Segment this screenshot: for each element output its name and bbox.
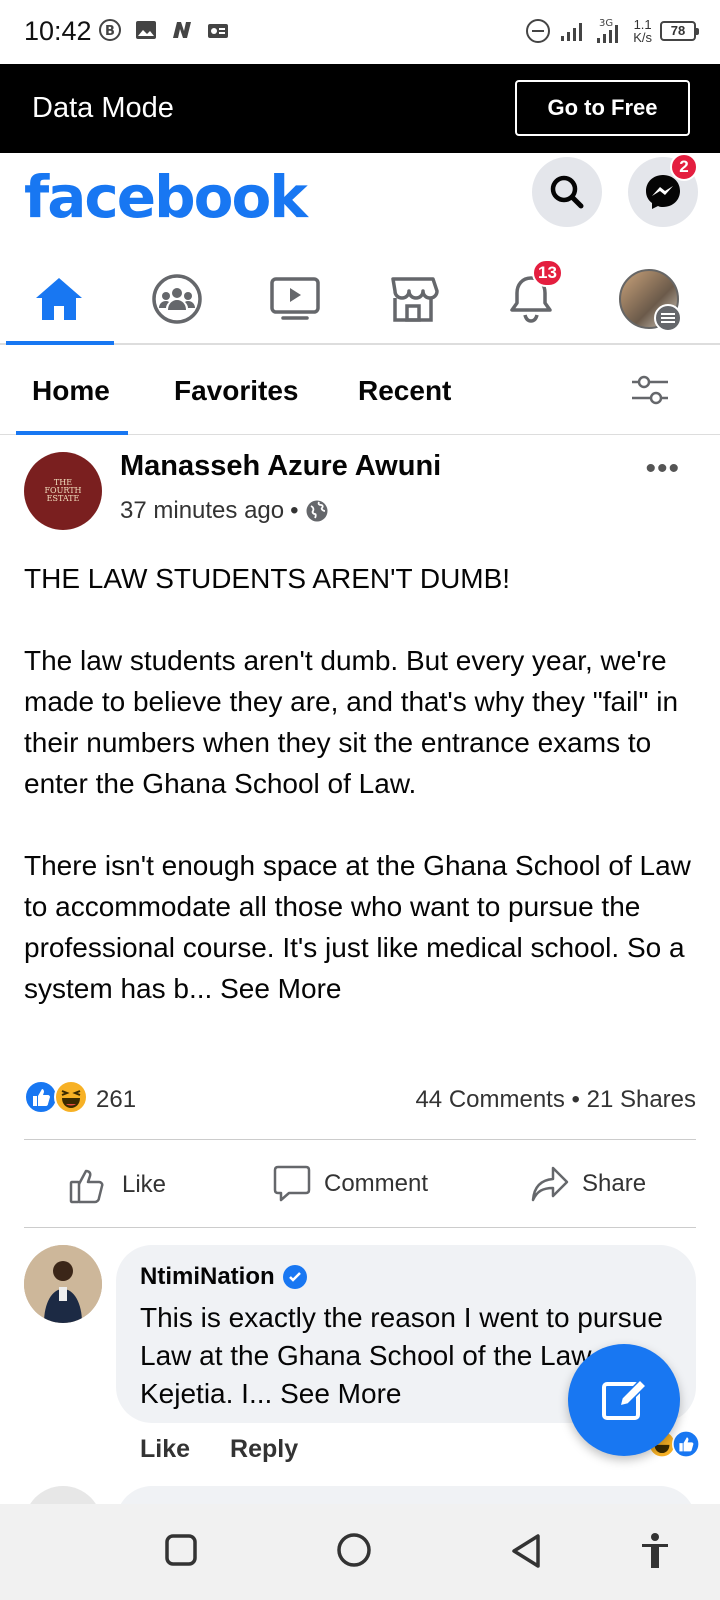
main-nav: 13 — [0, 255, 720, 345]
globe-icon — [306, 500, 328, 522]
verified-badge-icon — [282, 1265, 307, 1289]
checkmark-icon — [288, 1272, 301, 1282]
like-reaction-icon — [672, 1430, 700, 1458]
share-label: Share — [582, 1170, 647, 1197]
signal-icon — [561, 23, 583, 41]
commenter-avatar[interactable] — [24, 1245, 102, 1323]
edit-icon — [602, 1378, 648, 1420]
radio-icon — [208, 24, 228, 38]
tab-menu[interactable] — [594, 255, 704, 343]
marketplace-icon — [391, 277, 439, 322]
status-time: 10:42 — [24, 16, 92, 46]
dnd-icon — [526, 19, 551, 43]
post-paragraph: THE LAW STUDENTS AREN'T DUMB! — [24, 563, 511, 594]
filter-settings-icon[interactable] — [630, 373, 670, 407]
b-circle-icon: B — [99, 19, 121, 41]
comment-actions: Like Reply — [140, 1435, 298, 1464]
dot-separator: • — [290, 497, 299, 524]
messenger-button[interactable]: 2 — [628, 153, 698, 227]
feed-tabs: Home Favorites Recent — [0, 345, 720, 435]
haha-reaction-icon — [54, 1080, 88, 1114]
commenter-photo — [24, 1245, 102, 1323]
commenter-name-row: NtimiNation — [140, 1263, 307, 1291]
like-reaction-icon — [24, 1080, 58, 1114]
compose-post-button[interactable] — [568, 1344, 680, 1456]
tab-home[interactable] — [4, 255, 114, 343]
post-actions: Like Comment Share — [0, 1140, 720, 1230]
svg-text:B: B — [105, 24, 115, 39]
like-label: Like — [122, 1171, 167, 1198]
network-speed: 1.1 K/s — [633, 18, 652, 44]
feed-tab-recent[interactable]: Recent — [358, 375, 451, 407]
reaction-icons — [24, 1080, 88, 1114]
profile-menu-icon — [654, 304, 682, 332]
tab-groups[interactable] — [122, 255, 232, 343]
system-nav-bar — [0, 1504, 720, 1600]
feed-tab-indicator — [16, 431, 128, 435]
tab-marketplace[interactable] — [358, 255, 468, 343]
accessibility-icon[interactable] — [640, 1532, 670, 1570]
recents-icon[interactable] — [163, 1532, 199, 1568]
post-author-avatar[interactable]: THE FOURTH ESTATE — [24, 452, 102, 530]
divider — [24, 1227, 696, 1228]
comment-reply-button[interactable]: Reply — [230, 1435, 298, 1464]
feed-tab-favorites[interactable]: Favorites — [174, 375, 299, 407]
notification-icons: B — [98, 18, 230, 42]
reaction-count: 261 — [96, 1086, 137, 1113]
post-paragraph: The law students aren't dumb. But every … — [24, 645, 679, 799]
comment-see-more-link[interactable]: See More — [280, 1378, 401, 1409]
tab-watch[interactable] — [240, 255, 350, 343]
comment-button[interactable]: Comment — [272, 1164, 428, 1204]
notifications-badge: 13 — [532, 259, 563, 287]
image-icon — [136, 21, 156, 39]
home-nav-icon[interactable] — [334, 1532, 374, 1572]
shares-count[interactable]: 21 Shares — [587, 1086, 696, 1113]
search-icon — [550, 175, 584, 209]
avatar-logo-text: THE FOURTH ESTATE — [44, 478, 82, 503]
battery-indicator: 78 — [660, 21, 699, 41]
n-app-icon — [173, 22, 191, 38]
post-paragraph-text: There isn't enough space at the Ghana Sc… — [24, 850, 691, 1004]
data-mode-bar: Data Mode Go to Free — [0, 64, 720, 153]
post-author-name[interactable]: Manasseh Azure Awuni — [120, 450, 441, 483]
system-status-icons: 3G 1.1 K/s 78 — [525, 16, 699, 46]
tab-notifications[interactable]: 13 — [476, 255, 586, 343]
post-more-options[interactable]: ••• — [645, 452, 680, 486]
video-icon — [270, 277, 320, 320]
app-header: facebook 2 — [0, 153, 720, 243]
signal-3g-icon: 3G — [597, 18, 619, 43]
speed-unit: K/s — [633, 30, 652, 45]
messenger-badge: 2 — [670, 153, 698, 181]
feed-tab-home[interactable]: Home — [32, 375, 110, 407]
svg-text:3G: 3G — [599, 18, 613, 29]
like-icon — [69, 1169, 104, 1204]
post-see-more-link[interactable]: See More — [220, 973, 341, 1004]
post-body: THE LAW STUDENTS AREN'T DUMB! The law st… — [24, 558, 704, 1009]
commenter-name[interactable]: NtimiNation — [140, 1263, 275, 1291]
post-paragraph-truncated: There isn't enough space at the Ghana Sc… — [24, 845, 704, 1009]
data-mode-label: Data Mode — [32, 92, 174, 124]
home-icon — [36, 278, 82, 320]
post-timestamp: 37 minutes ago • — [120, 497, 329, 525]
go-to-free-button[interactable]: Go to Free — [515, 80, 690, 136]
share-button[interactable]: Share — [530, 1164, 646, 1204]
groups-icon — [152, 274, 202, 324]
profile-avatar — [619, 269, 682, 332]
comment-label: Comment — [324, 1170, 429, 1197]
back-icon[interactable] — [508, 1532, 544, 1570]
reactions-summary[interactable]: 261 44 Comments • 21 Shares — [24, 1080, 696, 1120]
post-stats: 44 Comments • 21 Shares — [415, 1086, 696, 1113]
facebook-logo[interactable]: facebook — [24, 163, 308, 231]
comments-count[interactable]: 44 Comments — [415, 1086, 564, 1113]
like-button[interactable]: Like — [68, 1164, 166, 1206]
status-bar: 10:42 B 3G 1.1 K/s 78 — [0, 0, 720, 64]
share-icon — [531, 1166, 569, 1202]
post-time-text: 37 minutes ago — [120, 497, 285, 524]
search-button[interactable] — [532, 157, 602, 227]
comment-like-button[interactable]: Like — [140, 1435, 190, 1464]
comment-icon — [273, 1165, 311, 1202]
